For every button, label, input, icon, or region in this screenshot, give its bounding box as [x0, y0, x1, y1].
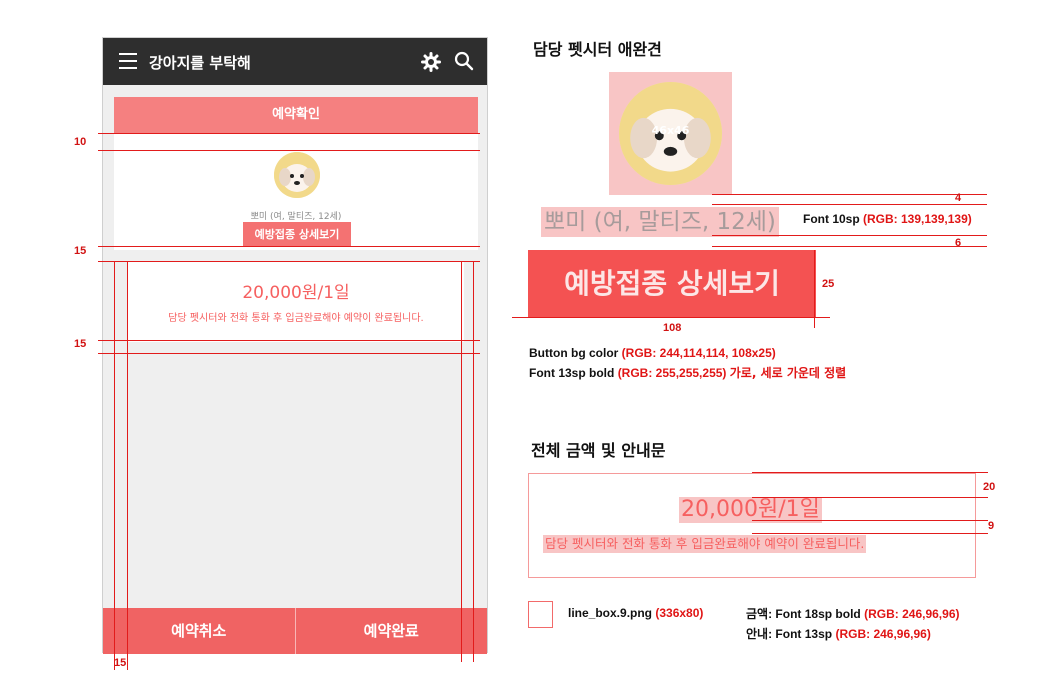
complete-reservation-button[interactable]: 예약완료 [294, 608, 488, 654]
gear-icon[interactable] [421, 52, 441, 72]
button-font-label: Font 13sp bold [529, 366, 615, 380]
button-bg-rgb: (RGB: 244,114,114, 108x25) [621, 346, 776, 360]
redline [98, 150, 480, 151]
button-font-rgb: (RGB: 255,255,255) [617, 366, 727, 380]
pet-font-label: Font 10sp [803, 212, 860, 226]
ninepatch-spec: line_box.9.png (336x80) [568, 606, 703, 620]
app-bar: 강아지를 부탁해 [103, 38, 487, 85]
phone-screen: 강아지를 부탁해 예약확인 뽀미 (여, 말티즈, 12세) 예방접종 상세보기… [102, 37, 488, 654]
price-font-label: : Font 18sp bold [768, 607, 861, 621]
button-width-label: 108 [663, 322, 682, 334]
vaccination-details-button[interactable]: 예방접종 상세보기 [243, 222, 351, 247]
redline [98, 353, 480, 354]
price-text: 20,000원/1일 [242, 283, 350, 303]
price-font-rgb: (RGB: 246,96,96) [864, 607, 960, 621]
redline-label-10: 10 [74, 136, 87, 148]
redline [752, 497, 988, 498]
button-bg-spec: Button bg color (RGB: 244,114,114, 108x2… [529, 346, 776, 360]
redline [712, 235, 987, 236]
sitter-pet-heading: 담당 펫시터 애완견 [533, 40, 662, 59]
button-height-label: 25 [822, 278, 835, 290]
redline [98, 261, 480, 262]
payment-notice-text: 담당 펫시터와 전화 통화 후 입금완료해야 예약이 완료됩니다. [168, 313, 424, 324]
notice-font-label-kr: 안내 [746, 627, 769, 641]
pet-font-rgb: (RGB: 139,139,139) [863, 212, 972, 226]
spacing-label-4: 4 [955, 192, 962, 204]
spacing-label-9: 9 [988, 520, 995, 532]
button-bg-label: Button bg color [529, 346, 619, 360]
redline [114, 262, 115, 670]
pet-info-text-large: 뽀미 (여, 말티즈, 12세) [541, 207, 779, 237]
total-amount-heading: 전체 금액 및 안내문 [531, 441, 666, 460]
hamburger-menu-icon[interactable] [119, 53, 137, 69]
redline [461, 262, 462, 662]
vaccination-button-large[interactable]: 예방접종 상세보기 [528, 250, 816, 317]
price-font-spec: 금액: Font 18sp bold (RGB: 246,96,96) [746, 605, 959, 622]
notice-font-label: : Font 13sp [768, 627, 833, 641]
redline [98, 133, 480, 134]
redline [98, 246, 480, 247]
redline [712, 204, 987, 205]
redline [98, 340, 480, 341]
notice-font-spec: 안내: Font 13sp (RGB: 246,96,96) [746, 625, 931, 642]
ninepatch-swatch [528, 601, 553, 628]
redline [752, 533, 988, 534]
price-spec-box: 20,000원/1일 담당 펫시터와 전화 통화 후 입금완료해야 예약이 완료… [528, 473, 976, 578]
search-icon[interactable] [454, 51, 474, 71]
pet-avatar [274, 152, 320, 198]
cancel-reservation-button[interactable]: 예약취소 [103, 608, 295, 654]
redline [752, 472, 988, 473]
spacing-label-6: 6 [955, 237, 962, 249]
avatar-spec-box: 46x46 [609, 72, 732, 195]
pet-info-text: 뽀미 (여, 말티즈, 12세) [250, 212, 342, 222]
redline-label-15: 15 [74, 338, 87, 350]
spacing-label-20: 20 [983, 481, 996, 493]
redline [712, 194, 987, 195]
reservation-confirm-header: 예약확인 [114, 97, 478, 133]
pet-font-spec: Font 10sp (RGB: 139,139,139) [803, 212, 972, 226]
app-title: 강아지를 부탁해 [149, 54, 251, 72]
ninepatch-size: (336x80) [655, 606, 704, 620]
redline-label-15: 15 [114, 657, 127, 669]
button-align-note: 가로, 세로 가운데 정렬 [729, 366, 847, 380]
ninepatch-name: line_box.9.png [568, 606, 653, 620]
notice-text-large: 담당 펫시터와 전화 통화 후 입금완료해야 예약이 완료됩니다. [543, 535, 867, 553]
price-notice-card: 20,000원/1일 담당 펫시터와 전화 통화 후 입금완료해야 예약이 완료… [128, 262, 464, 342]
avatar-size-label: 46x46 [651, 124, 690, 137]
button-font-spec: Font 13sp bold (RGB: 255,255,255) 가로, 세로… [529, 364, 846, 381]
redline [752, 520, 988, 521]
bottom-action-bar: 예약취소 예약완료 [103, 608, 487, 654]
redline [712, 246, 987, 247]
redline-label-15: 15 [74, 245, 87, 257]
notice-font-rgb: (RGB: 246,96,96) [835, 627, 931, 641]
redline [473, 262, 474, 662]
price-font-label-kr: 금액 [746, 607, 769, 621]
redline [127, 262, 128, 670]
redline [512, 317, 830, 318]
